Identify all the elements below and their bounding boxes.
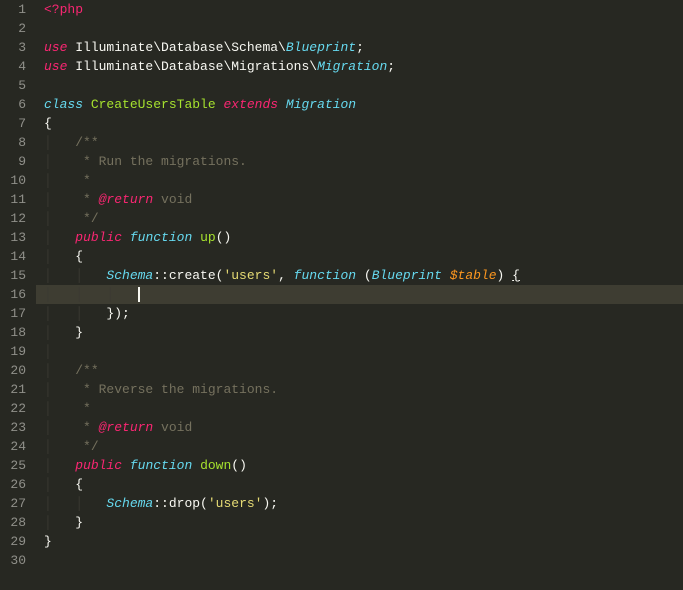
code-editor[interactable]: 1 2 3 4 5 6 7 8 9 10 11 12 13 14 15 16 1…	[0, 0, 683, 590]
code-line[interactable]: use Illuminate\Database\Schema\Blueprint…	[44, 38, 683, 57]
text-cursor	[138, 287, 140, 302]
line-number: 29	[8, 532, 26, 551]
code-line[interactable]: │ */	[44, 437, 683, 456]
code-line[interactable]	[44, 551, 683, 570]
code-line[interactable]: │ {	[44, 475, 683, 494]
line-number: 15	[8, 266, 26, 285]
line-number: 1	[8, 0, 26, 19]
code-line[interactable]: │ │ });	[44, 304, 683, 323]
code-line[interactable]: │	[44, 342, 683, 361]
code-line[interactable]: │ }	[44, 323, 683, 342]
code-line-active[interactable]: │ │ │	[44, 285, 683, 304]
line-number: 4	[8, 57, 26, 76]
line-number: 3	[8, 38, 26, 57]
code-line[interactable]: {	[44, 114, 683, 133]
code-line[interactable]: use Illuminate\Database\Migrations\Migra…	[44, 57, 683, 76]
line-number: 28	[8, 513, 26, 532]
code-line[interactable]: class CreateUsersTable extends Migration	[44, 95, 683, 114]
line-number: 23	[8, 418, 26, 437]
line-number: 26	[8, 475, 26, 494]
line-number: 21	[8, 380, 26, 399]
code-line[interactable]: │ *	[44, 171, 683, 190]
code-line[interactable]: │ │ Schema::create('users', function (Bl…	[44, 266, 683, 285]
code-line[interactable]: │ * @return void	[44, 418, 683, 437]
line-number: 25	[8, 456, 26, 475]
line-number: 9	[8, 152, 26, 171]
line-number: 18	[8, 323, 26, 342]
code-line[interactable]	[44, 19, 683, 38]
line-number: 14	[8, 247, 26, 266]
line-number: 6	[8, 95, 26, 114]
line-number: 22	[8, 399, 26, 418]
line-number: 16	[8, 285, 26, 304]
line-number: 13	[8, 228, 26, 247]
code-line[interactable]: │ */	[44, 209, 683, 228]
code-line[interactable]: │ * Reverse the migrations.	[44, 380, 683, 399]
line-number: 17	[8, 304, 26, 323]
line-number: 24	[8, 437, 26, 456]
line-number: 11	[8, 190, 26, 209]
line-number: 12	[8, 209, 26, 228]
code-line[interactable]: │ {	[44, 247, 683, 266]
code-line[interactable]	[44, 76, 683, 95]
line-number: 8	[8, 133, 26, 152]
code-line[interactable]: }	[44, 532, 683, 551]
code-line[interactable]: │ /**	[44, 133, 683, 152]
line-number: 10	[8, 171, 26, 190]
line-number: 19	[8, 342, 26, 361]
code-area[interactable]: <?php use Illuminate\Database\Schema\Blu…	[36, 0, 683, 590]
code-line[interactable]: │ * @return void	[44, 190, 683, 209]
line-number: 20	[8, 361, 26, 380]
code-line[interactable]: │ public function up()	[44, 228, 683, 247]
line-number: 5	[8, 76, 26, 95]
code-line[interactable]: │ * Run the migrations.	[44, 152, 683, 171]
code-line[interactable]: <?php	[44, 0, 683, 19]
line-number: 27	[8, 494, 26, 513]
line-number: 30	[8, 551, 26, 570]
code-line[interactable]: │ }	[44, 513, 683, 532]
code-line[interactable]: │ │ Schema::drop('users');	[44, 494, 683, 513]
code-line[interactable]: │ public function down()	[44, 456, 683, 475]
line-number: 7	[8, 114, 26, 133]
line-number: 2	[8, 19, 26, 38]
code-line[interactable]: │ *	[44, 399, 683, 418]
line-number-gutter: 1 2 3 4 5 6 7 8 9 10 11 12 13 14 15 16 1…	[0, 0, 36, 590]
code-line[interactable]: │ /**	[44, 361, 683, 380]
